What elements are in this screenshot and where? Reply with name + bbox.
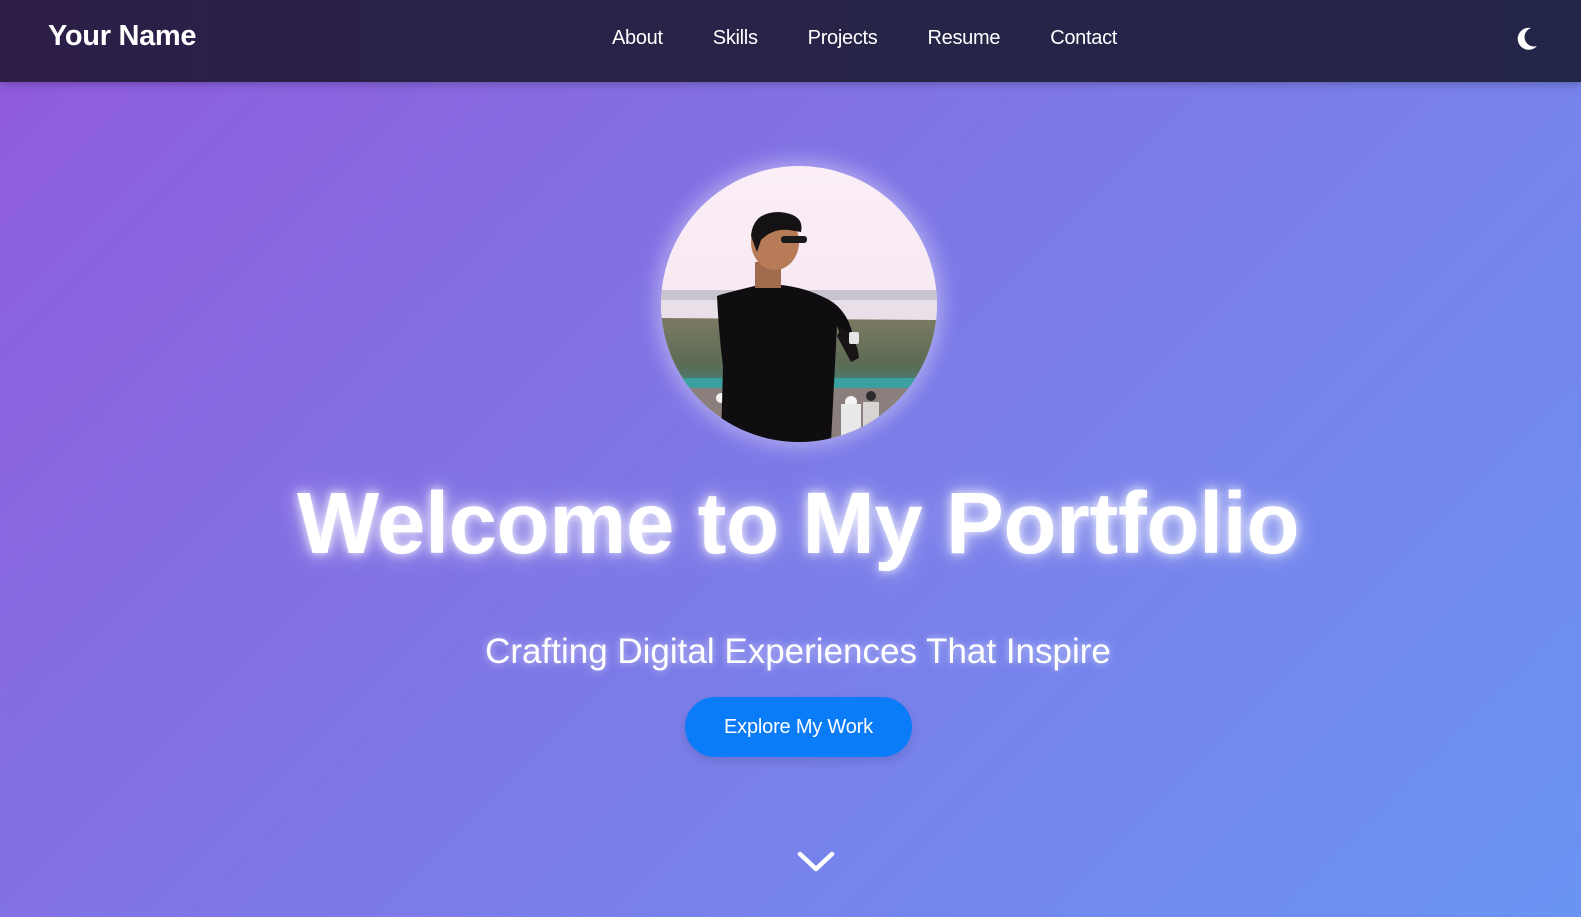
nav-link-contact[interactable]: Contact — [1050, 27, 1117, 50]
nav-link-projects[interactable]: Projects — [808, 27, 878, 50]
navbar: Your Name About Skills Projects Resume C… — [0, 0, 1581, 82]
nav-link-about[interactable]: About — [612, 27, 663, 50]
chevron-down-icon — [797, 851, 835, 872]
brand-logo-text[interactable]: Your Name — [48, 20, 197, 53]
profile-photo — [661, 166, 937, 442]
nav-link-resume[interactable]: Resume — [928, 27, 1001, 50]
moon-icon — [1517, 27, 1537, 50]
hero-title: Welcome to My Portfolio — [297, 475, 1299, 572]
scroll-down-button[interactable] — [797, 850, 835, 874]
nav-link-skills[interactable]: Skills — [713, 27, 758, 50]
nav-links: About Skills Projects Resume Contact — [612, 27, 1117, 50]
explore-my-work-button[interactable]: Explore My Work — [685, 697, 912, 757]
theme-toggle-button[interactable] — [1512, 24, 1542, 54]
profile-photo-illustration — [661, 166, 937, 442]
hero-subtitle: Crafting Digital Experiences That Inspir… — [485, 632, 1111, 671]
